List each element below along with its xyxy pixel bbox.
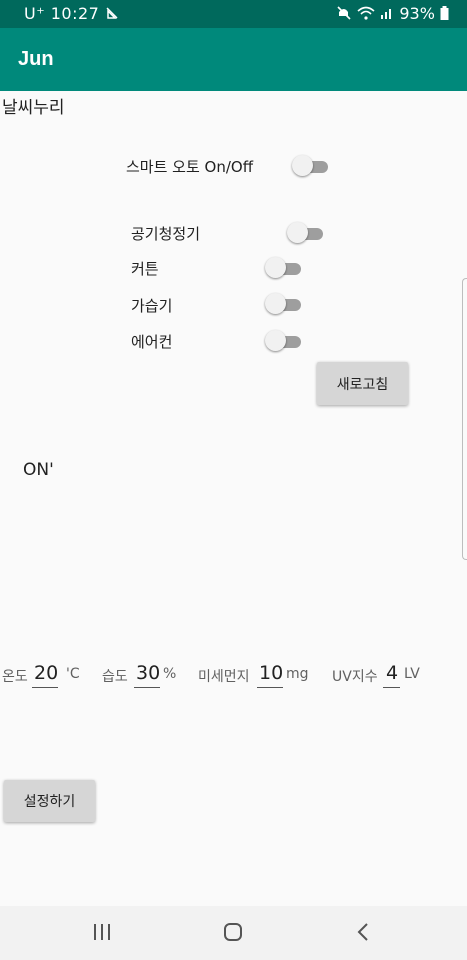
uv-label: UV지수: [332, 669, 378, 685]
smart-auto-switch[interactable]: [292, 155, 330, 177]
aircon-switch[interactable]: [265, 330, 303, 352]
dust-label: 미세먼지: [198, 669, 250, 685]
mute-icon: [337, 6, 351, 20]
recent-apps-icon[interactable]: [92, 921, 112, 943]
back-icon[interactable]: [354, 921, 374, 943]
settings-button[interactable]: 설정하기: [4, 780, 95, 822]
humidifier-switch[interactable]: [265, 293, 303, 315]
device-label-air-purifier: 공기청정기: [131, 225, 201, 243]
switch-thumb: [292, 155, 313, 176]
device-label-aircon: 에어컨: [131, 333, 173, 351]
signal-off-icon: [106, 7, 118, 19]
device-label-humidifier: 가습기: [131, 297, 173, 315]
dust-underline: [257, 687, 283, 688]
status-left: U⁺ 10:27: [24, 4, 119, 23]
dust-unit: mg: [286, 666, 309, 682]
curtain-switch[interactable]: [265, 257, 303, 279]
readings-row: 온도 20 'C 습도 30 % 미세먼지 10 mg UV지수 4 LV: [0, 660, 467, 690]
scroll-indicator[interactable]: [462, 278, 467, 560]
switch-thumb: [265, 257, 286, 278]
nav-bar: [0, 906, 467, 960]
temp-value: 20: [34, 662, 59, 684]
app-bar: Jun: [0, 28, 467, 91]
temp-underline: [32, 687, 58, 688]
status-bar: U⁺ 10:27 93%: [0, 0, 467, 28]
cell-signal-icon: [381, 9, 392, 19]
switch-thumb: [287, 222, 308, 243]
refresh-button[interactable]: 새로고침: [317, 362, 408, 405]
humidity-value: 30: [136, 662, 161, 684]
humidity-unit: %: [163, 666, 177, 682]
uv-underline: [383, 687, 400, 688]
dust-value: 10: [259, 662, 284, 684]
status-text: ON': [23, 460, 54, 480]
switch-thumb: [265, 330, 286, 351]
temp-label: 온도: [2, 669, 28, 685]
device-label-curtain: 커튼: [131, 260, 159, 278]
uv-unit: LV: [404, 666, 420, 682]
carrier-label: U⁺: [24, 4, 46, 23]
air-purifier-switch[interactable]: [287, 222, 325, 244]
smart-auto-label: 스마트 오토 On/Off: [126, 158, 254, 176]
clock: 10:27: [50, 4, 100, 23]
humidity-label: 습도: [102, 669, 128, 685]
battery-percent: 93%: [399, 4, 435, 23]
battery-icon: [440, 6, 449, 20]
humidity-underline: [134, 687, 160, 688]
wifi-icon: [357, 6, 375, 20]
app-title: Jun: [18, 48, 54, 70]
home-icon[interactable]: [222, 921, 244, 943]
weather-label: 날씨누리: [2, 98, 65, 118]
temp-unit: 'C: [66, 666, 80, 682]
switch-thumb: [265, 293, 286, 314]
status-right: 93%: [336, 4, 449, 23]
uv-value: 4: [386, 662, 399, 684]
